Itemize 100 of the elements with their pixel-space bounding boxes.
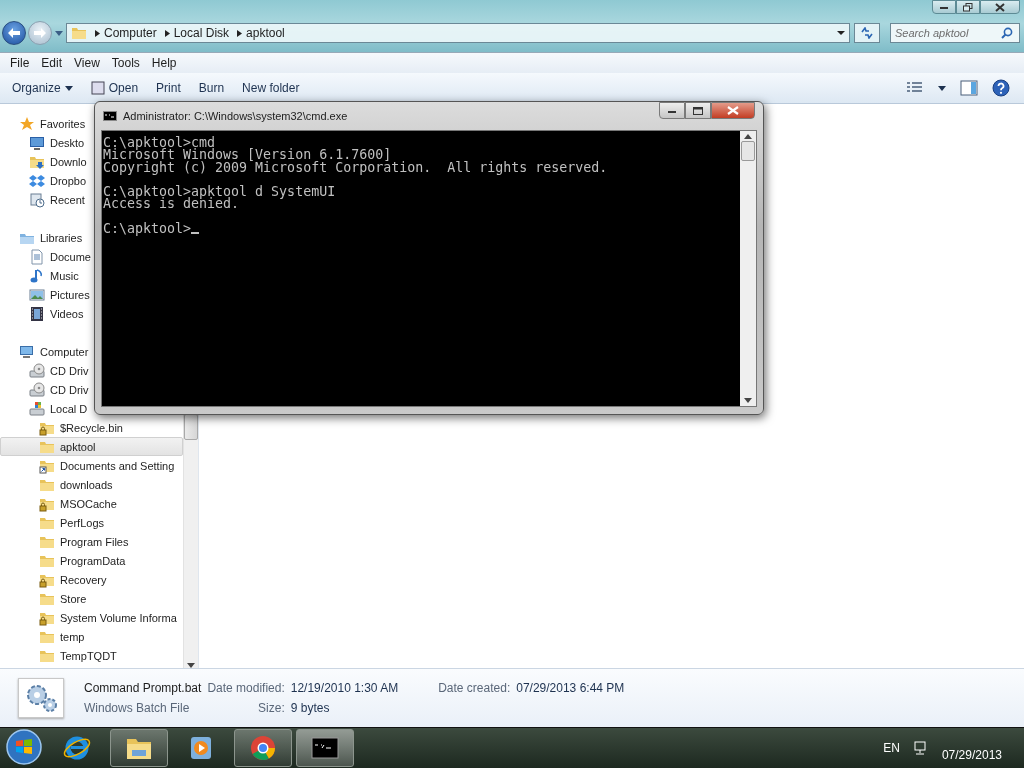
tree-item[interactable]: Local D [0,399,89,418]
menu-item[interactable]: Tools [105,56,146,70]
menu-item[interactable]: Help [145,56,183,70]
tree-item[interactable]: Favorites [0,114,87,133]
search-field[interactable]: Search apktool [895,25,1001,41]
search-box[interactable]: Search apktool [890,23,1020,43]
console-line: C:\apktool> [103,223,192,236]
scroll-down-arrow-icon[interactable] [744,398,752,403]
field-value: 07/29/2013 6:44 PM [516,681,625,695]
breadcrumb-item[interactable]: apktool [246,26,285,40]
field-value: 12/19/2010 1:30 AM [290,681,399,695]
maximize-button[interactable] [685,102,711,119]
toolbar-button[interactable]: Burn [198,81,225,95]
disc-drive-icon [29,362,45,379]
tree-item[interactable]: CD Driv [0,361,90,380]
tree-item[interactable]: Music [0,266,80,285]
scroll-down-arrow-icon[interactable] [187,663,195,668]
menu-item[interactable]: Edit [35,56,69,70]
console-line: C:\apktool>cmd [103,137,216,150]
scroll-up-arrow-icon[interactable] [744,134,752,139]
scrollbar-thumb[interactable] [184,414,198,440]
history-dropdown-icon[interactable] [54,28,64,38]
toolbar-button[interactable]: Open [90,81,139,95]
clock-date[interactable]: 07/29/2013 [941,734,1002,762]
file-name: Command Prompt.bat [84,681,202,695]
tree-item[interactable]: $Recycle.bin [0,418,124,437]
close-button[interactable] [711,102,755,119]
console-line: Access is denied. [103,198,240,211]
document-icon [29,248,45,265]
breadcrumb-arrow-icon [237,29,243,37]
toolbar-button[interactable]: New folder [242,81,300,95]
tree-item[interactable]: Program Files [0,532,130,551]
refresh-button[interactable] [854,23,880,43]
recent-places-icon [29,191,45,208]
menu-item[interactable]: File [4,56,36,70]
tree-item[interactable]: Recent [0,190,86,209]
refresh-icon [860,27,874,39]
restore-button[interactable] [956,0,980,14]
window-title: Administrator: C:\Windows\system32\cmd.exe [123,110,348,122]
scrollbar[interactable] [740,131,756,406]
film-strip-icon [29,305,45,322]
tree-item[interactable]: System Volume Informa [0,608,178,627]
tree-item[interactable]: Computer [0,342,90,361]
breadcrumb-item[interactable]: Computer [104,26,157,40]
console-line: Microsoft Windows [Version 6.1.7600] [103,149,392,162]
file-type: Windows Batch File [84,701,191,715]
breadcrumb-arrow-icon [164,29,170,37]
console-line: Copyright (c) 2009 Microsoft Corporation. All rights reserved. [103,161,608,174]
drive-icon [29,400,45,417]
folder-icon [71,25,87,41]
close-icon [995,2,1005,12]
tree-item[interactable]: PerfLogs [0,513,106,532]
tree-item[interactable]: Docume [0,247,92,266]
scrollbar-thumb[interactable] [741,141,755,161]
breadcrumb-arrow-icon [95,29,100,37]
network-icon[interactable] [913,741,928,755]
taskbar-button[interactable] [296,729,354,767]
address-bar[interactable]: Computer Local Disk apktool [66,23,850,43]
preview-pane-icon[interactable] [960,80,978,96]
taskbar-button[interactable] [110,729,168,767]
restore-icon [963,2,973,12]
taskbar-button[interactable] [234,729,292,767]
toolbar-button[interactable]: Organize [12,81,73,95]
tree-item[interactable]: Recovery [0,570,108,589]
tree-item[interactable]: Dropbo [0,171,88,190]
tree-item[interactable]: CD Driv [0,380,90,399]
tree-item[interactable]: Store [0,589,88,608]
breadcrumb-item[interactable]: Local Disk [173,26,230,40]
console-icon [103,111,117,121]
tree-item[interactable]: downloads [0,475,114,494]
chrome-icon [248,733,278,763]
star-icon [19,115,35,132]
tree-item[interactable]: apktool [0,437,183,456]
console-line: C:\apktool>apktool d SystemUI [103,186,336,199]
maximize-icon [693,106,703,115]
menu-item[interactable]: View [68,56,106,70]
back-button[interactable] [2,21,26,45]
view-options-icon[interactable] [906,81,924,95]
computer-icon [19,343,35,360]
caret-icon [64,85,73,91]
tree-item[interactable]: Libraries [0,228,84,247]
tree-item[interactable]: Videos [0,304,85,323]
help-icon[interactable] [992,79,1010,97]
minimize-button[interactable] [932,0,956,14]
tree-item[interactable]: Pictures [0,285,91,304]
back-arrow-icon [7,27,21,39]
tree-item[interactable]: Downlo [0,152,88,171]
tree-item[interactable]: ProgramData [0,551,127,570]
tree-item[interactable]: temp [0,627,86,646]
start-button[interactable] [4,728,44,768]
tree-item[interactable]: Deskto [0,133,86,152]
tree-item[interactable]: MSOCache [0,494,118,513]
tree-item[interactable]: TempTQDT [0,646,118,665]
close-button[interactable] [980,0,1020,14]
music-note-icon [29,267,45,284]
language-indicator[interactable]: EN [883,741,900,755]
toolbar-button[interactable]: Print [156,81,181,95]
tree-item[interactable]: Documents and Setting [0,456,176,475]
caret-icon[interactable] [938,85,946,91]
minimize-button[interactable] [659,102,685,119]
